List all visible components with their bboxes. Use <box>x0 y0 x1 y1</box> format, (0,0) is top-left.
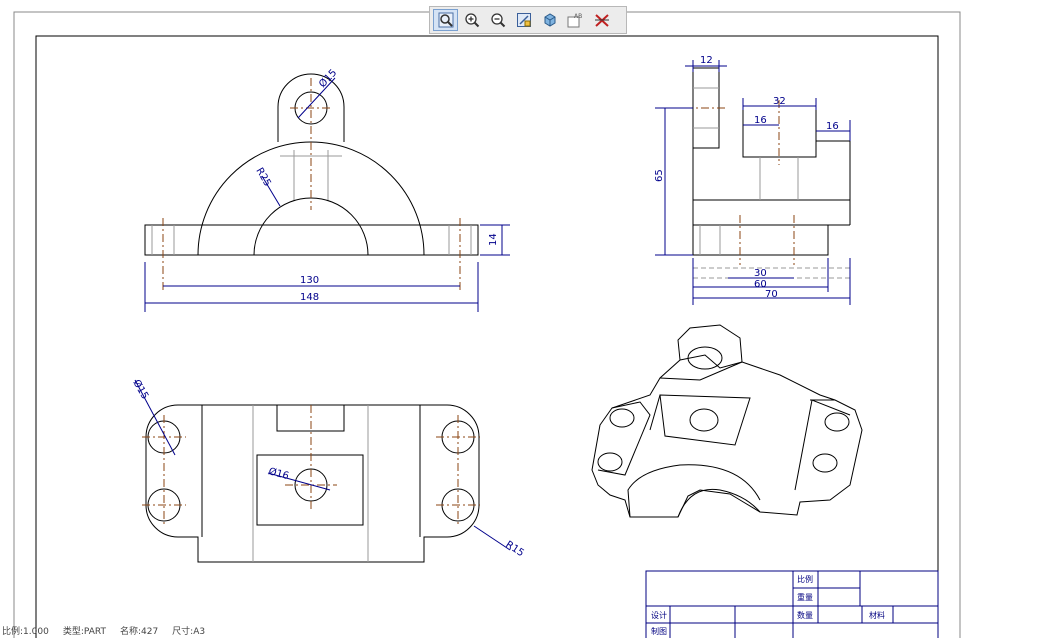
clear-dimensions-icon <box>594 14 609 27</box>
status-type: 类型:PART <box>62 626 106 637</box>
dim-16-step: 16 <box>826 121 839 132</box>
title-quantity-label: 数量 <box>797 610 813 620</box>
title-weight-label: 重量 <box>797 592 813 602</box>
annotation-icon: AB <box>567 13 582 28</box>
sheet-border <box>13 11 961 638</box>
status-size: 尺寸:A3 <box>172 626 206 637</box>
title-draw-label: 制图 <box>651 626 667 636</box>
view-3d-button[interactable] <box>537 9 562 31</box>
zoom-out-icon <box>490 13 505 28</box>
dim-30: 30 <box>754 268 767 279</box>
zoom-window-button[interactable] <box>511 9 536 31</box>
cube-icon <box>544 13 555 27</box>
dim-65: 65 <box>654 169 665 182</box>
title-material-label: 材料 <box>869 610 885 620</box>
annotation-button[interactable]: AB <box>563 9 588 31</box>
magnifier-icon <box>438 12 453 28</box>
dim-16-boss: 16 <box>754 115 767 126</box>
zoom-in-icon <box>464 13 479 28</box>
status-name: 名称:427 <box>119 626 159 637</box>
status-scale: 比例:1.000 <box>2 626 49 637</box>
svg-text:AB: AB <box>574 13 582 20</box>
title-scale-label: 比例 <box>797 574 813 584</box>
zoom-in-button[interactable] <box>459 9 484 31</box>
status-bar: 比例:1.000 类型:PART 名称:427 尺寸:A3 <box>0 622 302 638</box>
zoom-out-button[interactable] <box>485 9 510 31</box>
dim-32: 32 <box>773 96 786 107</box>
dim-148: 148 <box>300 292 319 303</box>
zoom-window-icon <box>516 13 531 27</box>
view-toolbar: AB <box>429 6 627 34</box>
dim-12: 12 <box>700 55 713 66</box>
title-design-label: 设计 <box>651 610 667 620</box>
dim-130: 130 <box>300 275 319 286</box>
drawing-canvas[interactable]: 130 148 14 R25 Ø15 12 32 16 16 65 30 60 … <box>0 0 1055 638</box>
dim-70: 70 <box>765 289 778 300</box>
dim-14: 14 <box>488 233 499 246</box>
zoom-fit-button[interactable] <box>433 9 458 31</box>
clear-dimensions-button[interactable] <box>589 9 614 31</box>
